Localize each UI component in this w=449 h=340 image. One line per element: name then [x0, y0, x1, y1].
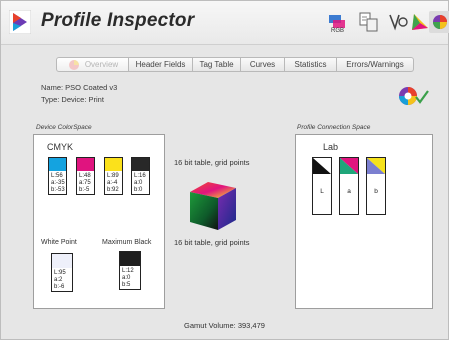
overview-icon — [68, 59, 79, 70]
tab-statistics-label: Statistics — [294, 60, 327, 69]
white-point-swatch: L:95 a:2 b:-6 — [51, 253, 73, 292]
magenta-swatch: L:48 a:75 b:-5 — [76, 157, 95, 195]
tab-statistics[interactable]: Statistics — [285, 57, 337, 72]
maximum-black-l-value: L:12 — [122, 268, 134, 274]
b-channel-chip — [367, 158, 385, 174]
profile-settings-icon[interactable]: RGB — [326, 11, 348, 33]
app-window: Profile Inspector RGB Overview Header Fi… — [0, 0, 449, 340]
cyan-a-value: a:-35 — [51, 180, 65, 186]
svg-text:RGB: RGB — [331, 28, 344, 33]
lab-b-label: b — [374, 188, 378, 195]
verify-profile-icon[interactable] — [387, 11, 409, 33]
pcs-label: Profile Connection Space — [297, 124, 371, 131]
magenta-a-value: a:75 — [79, 180, 91, 186]
lab-b-channel: b — [366, 157, 386, 215]
tab-overview[interactable]: Overview — [56, 57, 129, 72]
tab-curves[interactable]: Curves — [241, 57, 285, 72]
black-swatch: L:16 a:0 b:0 — [131, 157, 150, 195]
cyan-b-value: b:-53 — [51, 187, 65, 193]
tab-overview-label: Overview — [84, 60, 119, 69]
magenta-b-value: b:-5 — [79, 187, 90, 193]
color-cube-icon — [190, 182, 236, 230]
maximum-black-swatch: L:12 a:0 b:5 — [119, 251, 141, 290]
device-colorspace-label: Device ColorSpace — [36, 124, 92, 131]
pcs-panel: Lab L a b — [295, 134, 433, 309]
profile-type: Type: Device: Print — [41, 95, 104, 104]
lab-a-label: a — [347, 188, 351, 195]
a-channel-chip — [340, 158, 358, 174]
gamut-volume: Gamut Volume: 393,479 — [184, 321, 265, 330]
white-point-chip — [52, 254, 72, 268]
a2b-table-note: 16 bit table, grid points — [174, 158, 250, 167]
tab-header-fields-label: Header Fields — [135, 60, 186, 69]
device-colorspace-name: CMYK — [47, 142, 74, 152]
tab-header-fields[interactable]: Header Fields — [129, 57, 193, 72]
convert-profile-icon[interactable] — [358, 11, 380, 33]
tab-errors-warnings[interactable]: Errors/Warnings — [337, 57, 414, 72]
tab-tag-table-label: Tag Table — [199, 60, 234, 69]
inspector-icon[interactable] — [429, 11, 449, 33]
lab-l-channel: L — [312, 157, 332, 215]
cyan-chip — [49, 158, 66, 171]
maximum-black-chip — [120, 252, 140, 266]
black-l-value: L:16 — [134, 173, 146, 179]
maximum-black-b-value: b:5 — [122, 282, 131, 288]
app-logo-icon — [9, 10, 31, 34]
b2a-table-note: 16 bit table, grid points — [174, 238, 250, 247]
yellow-a-value: a:-4 — [107, 180, 118, 186]
pcs-colorspace-name: Lab — [323, 142, 339, 152]
black-a-value: a:0 — [134, 180, 143, 186]
maximum-black-a-value: a:0 — [122, 275, 131, 281]
white-point-label: White Point — [41, 239, 77, 246]
white-point-a-value: a:2 — [54, 277, 63, 283]
black-b-value: b:0 — [134, 187, 143, 193]
yellow-l-value: L:89 — [107, 173, 119, 179]
yellow-swatch: L:89 a:-4 b:92 — [104, 157, 123, 195]
lab-l-label: L — [320, 188, 324, 195]
lab-a-channel: a — [339, 157, 359, 215]
gamut-plot-icon[interactable] — [409, 11, 431, 33]
magenta-chip — [77, 158, 94, 171]
yellow-chip — [105, 158, 122, 171]
magenta-l-value: L:48 — [79, 173, 91, 179]
maximum-black-label: Maximum Black — [102, 239, 152, 246]
profile-valid-badge-icon — [399, 87, 429, 105]
device-colorspace-panel: CMYK L:56 a:-35 b:-53 L:48 a:75 b:-5 L:8… — [33, 134, 165, 309]
yellow-b-value: b:92 — [107, 187, 119, 193]
tab-curves-label: Curves — [249, 60, 276, 69]
cyan-l-value: L:56 — [51, 173, 63, 179]
l-channel-chip — [313, 158, 331, 174]
cyan-swatch: L:56 a:-35 b:-53 — [48, 157, 67, 195]
tab-bar: Overview Header Fields Tag Table Curves … — [56, 57, 414, 72]
app-title: Profile Inspector — [41, 10, 195, 31]
toolbar: Profile Inspector RGB — [1, 1, 449, 45]
profile-name: Name: PSO Coated v3 — [41, 83, 118, 92]
black-chip — [132, 158, 149, 171]
white-point-b-value: b:-6 — [54, 284, 65, 290]
white-point-l-value: L:95 — [54, 270, 66, 276]
tab-errors-warnings-label: Errors/Warnings — [346, 60, 404, 69]
tab-tag-table[interactable]: Tag Table — [193, 57, 241, 72]
